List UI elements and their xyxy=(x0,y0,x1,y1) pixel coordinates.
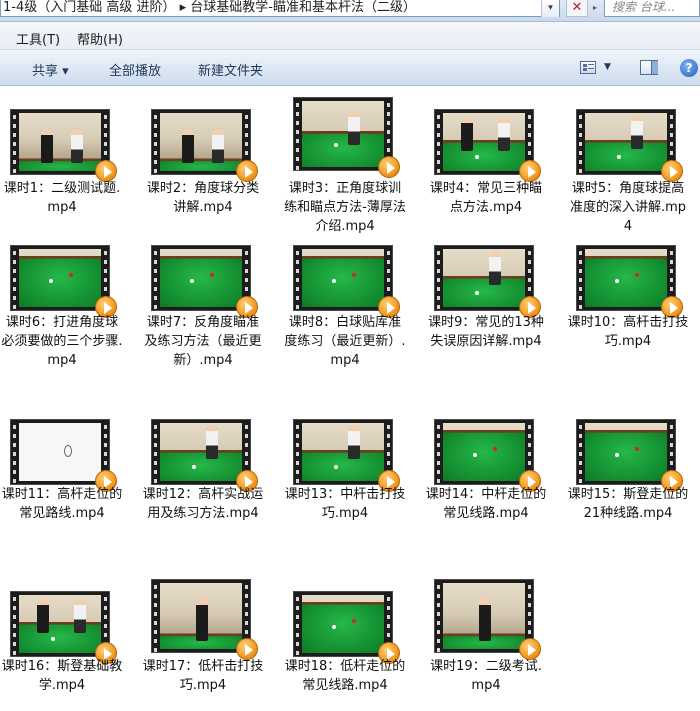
file-list: 课时1：二级测试题.mp4 课时2：角度球分类讲解.mp4 课时3：正角度球训练和瞄… xyxy=(0,87,700,711)
address-path-field[interactable]: 1-4级（入门基础 高级 进阶） ▸ 台球基础教学-瞄准和基本杆法（二级） xyxy=(0,0,560,17)
video-thumbnail-icon[interactable] xyxy=(434,579,541,660)
preview-pane-icon[interactable] xyxy=(640,60,658,75)
file-name-label: 课时18：低杆走位的常见线路.mp4 xyxy=(284,659,406,693)
command-bar: 共享 ▾ 全部播放 新建文件夹 ▼ ? xyxy=(0,50,700,86)
file-name-label: 课时17：低杆击打技巧.mp4 xyxy=(142,659,264,693)
share-button[interactable]: 共享 ▾ xyxy=(32,60,69,79)
file-name-label: 课时15：斯登走位的21种线路.mp4 xyxy=(567,487,689,521)
address-history-dropdown[interactable]: ▾ xyxy=(541,0,559,17)
menu-help[interactable]: 帮助(H) xyxy=(77,29,123,48)
new-folder-button[interactable]: 新建文件夹 xyxy=(198,60,263,79)
menu-tools[interactable]: 工具(T) xyxy=(16,29,60,48)
view-options-dropdown-icon[interactable]: ▼ xyxy=(604,62,611,72)
file-item[interactable]: 课时16：斯登基础教学.mp4 xyxy=(0,87,124,711)
address-bar: 1-4级（入门基础 高级 进阶） ▸ 台球基础教学-瞄准和基本杆法（二级） ▾ … xyxy=(0,0,700,22)
file-item[interactable]: 课时19：二级考试.mp4 xyxy=(424,87,548,711)
file-item[interactable]: 课时18：低杆走位的常见线路.mp4 xyxy=(283,87,407,711)
menu-bar: 工具(T) 帮助(H) xyxy=(0,22,700,50)
file-name-label: 课时16：斯登基础教学.mp4 xyxy=(1,659,123,693)
play-all-button[interactable]: 全部播放 xyxy=(109,60,161,79)
file-item[interactable]: 课时15：斯登走位的21种线路.mp4 xyxy=(566,87,690,711)
video-thumbnail-icon[interactable] xyxy=(10,591,117,664)
help-icon[interactable]: ? xyxy=(680,59,698,77)
video-thumbnail-icon[interactable] xyxy=(576,419,683,492)
file-item[interactable]: 课时17：低杆击打技巧.mp4 xyxy=(141,87,265,711)
refresh-icon[interactable]: ▸ xyxy=(593,0,603,17)
view-options-icon[interactable] xyxy=(580,61,596,74)
file-name-label: 课时19：二级考试.mp4 xyxy=(430,659,542,693)
video-thumbnail-icon[interactable] xyxy=(293,591,400,664)
close-icon[interactable]: ✕ xyxy=(566,0,588,17)
video-thumbnail-icon[interactable] xyxy=(151,579,258,660)
search-input[interactable]: 搜索 台球... xyxy=(604,0,700,17)
